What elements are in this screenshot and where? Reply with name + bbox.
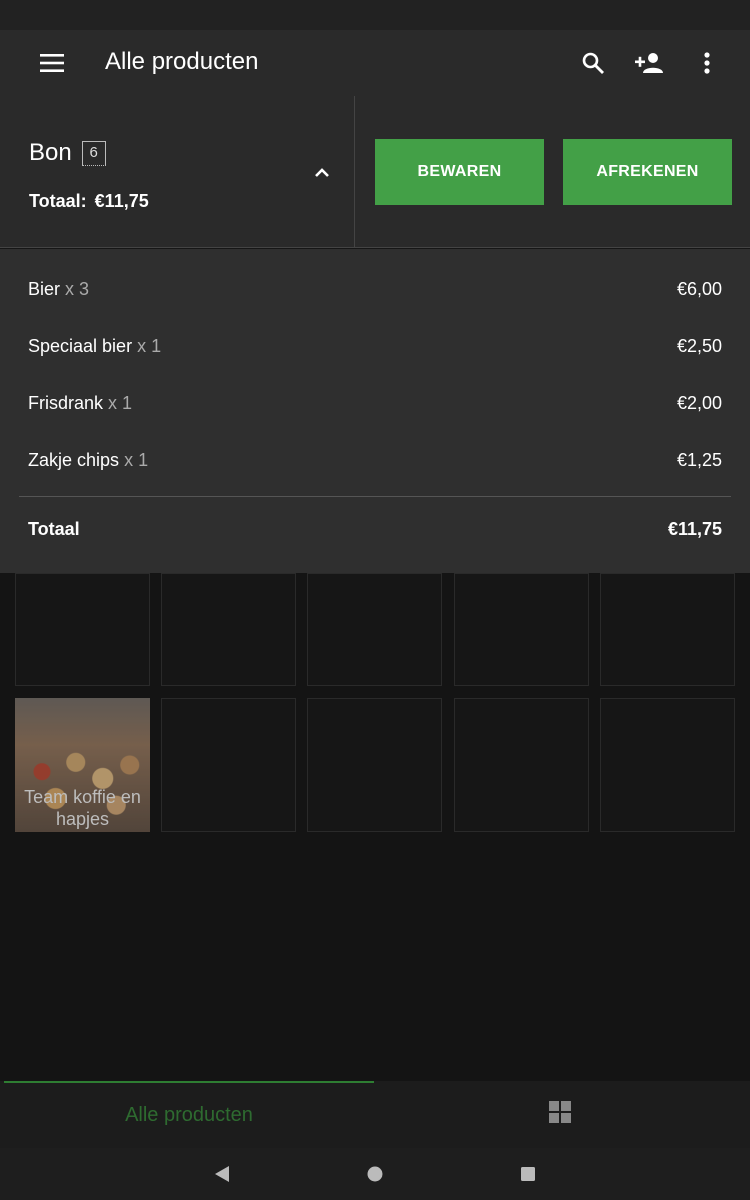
list-item[interactable]: Zakje chips x 1 €1,25 [28,445,722,475]
back-icon[interactable] [212,1164,232,1184]
product-tile-empty [15,573,150,686]
tab-grid[interactable] [374,1081,746,1148]
lines-total-label: Totaal [28,519,80,539]
product-tile-empty [454,698,589,832]
product-tile-empty [161,573,296,686]
receipt-header: Bon 6 Totaal: €11,75 BEWAREN AFREKENEN [0,96,750,248]
checkout-button[interactable]: AFREKENEN [563,139,732,205]
receipt-title: Bon 6 [29,139,106,167]
receipt-summary[interactable]: Bon 6 Totaal: €11,75 [0,96,355,248]
page-title: Alle producten [105,48,259,75]
receipt-lines: Bier x 3 €6,00 Speciaal bier x 1 €2,50 F… [0,249,750,573]
line-item-name: Speciaal bier x 1 [28,335,162,356]
add-person-icon[interactable] [634,47,666,79]
product-tile-empty [454,573,589,686]
product-tile-empty [307,573,442,686]
chevron-up-icon[interactable] [310,162,334,182]
lines-total: Totaal €11,75 [28,519,722,540]
product-tile-empty [307,698,442,832]
product-tile-empty [600,698,735,832]
line-item-price: €2,50 [676,335,722,356]
menu-icon[interactable] [34,49,70,77]
bottom-tabs: Alle producten [0,1081,750,1148]
receipt-title-label: Bon [29,139,72,166]
grid-icon [549,1101,571,1128]
list-item[interactable]: Frisdrank x 1 €2,00 [28,388,722,418]
more-vert-icon[interactable] [691,47,723,79]
list-item[interactable]: Bier x 3 €6,00 [28,274,722,304]
tab-all-products[interactable]: Alle producten [4,1081,374,1148]
divider [19,496,731,497]
line-item-price: €1,25 [676,449,722,470]
line-item-name: Bier x 3 [28,278,90,299]
product-tile[interactable]: Team koffie en hapjes [15,698,150,832]
lines-total-value: €11,75 [667,519,722,539]
product-label: Team koffie en hapjes [24,787,141,829]
list-item[interactable]: Speciaal bier x 1 €2,50 [28,331,722,361]
product-grid: Team koffie en hapjes [0,573,750,1081]
save-button[interactable]: BEWAREN [375,139,544,205]
receipt-total-value: €11,75 [94,191,149,211]
receipt-total-label: Totaal: [29,191,87,211]
line-item-name: Zakje chips x 1 [28,449,149,470]
product-tile-empty [161,698,296,832]
receipt-count-badge: 6 [81,140,106,166]
line-item-name: Frisdrank x 1 [28,392,133,413]
status-bar [0,0,750,30]
recents-icon[interactable] [518,1164,538,1184]
home-icon[interactable] [365,1164,385,1184]
line-item-price: €2,00 [676,392,722,413]
receipt-total: Totaal: €11,75 [29,191,149,212]
app-bar: Alle producten [0,30,750,96]
system-nav-bar [0,1148,750,1200]
line-item-price: €6,00 [676,278,722,299]
product-tile-empty [600,573,735,686]
search-icon[interactable] [577,47,609,79]
